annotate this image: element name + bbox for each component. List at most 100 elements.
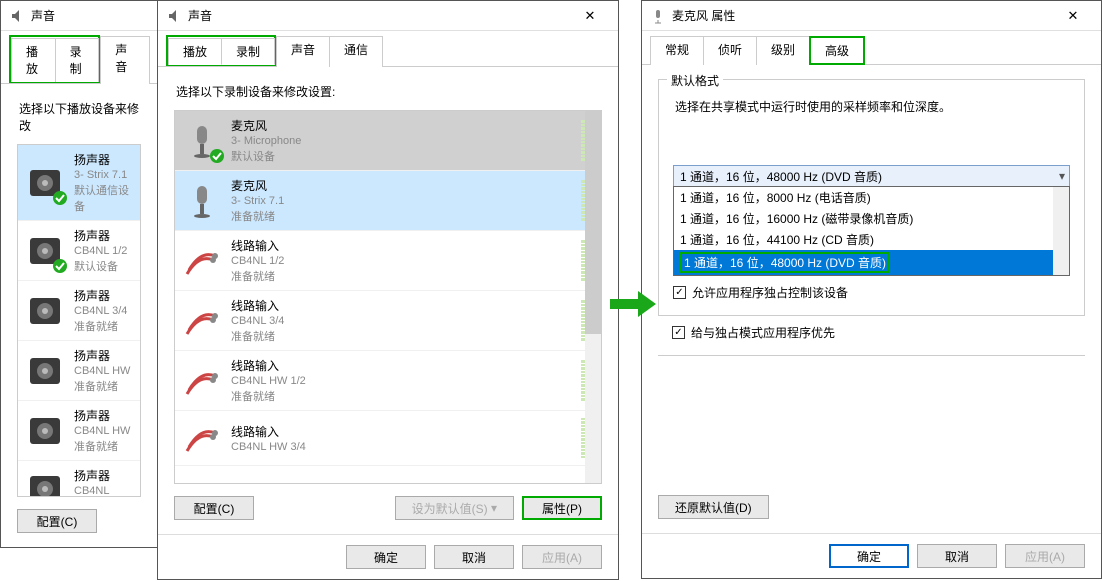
device-status: 默认通信设备 [74,182,134,214]
device-scroll: 扬声器 3- Strix 7.1 默认通信设备 扬声器 CB4NL 1/2 默认… [18,145,140,496]
sound-window-playback: 声音 播放 录制 声音 选择以下播放设备来修改 扬声器 3- Strix 7.1… [0,0,158,548]
ok-button[interactable]: 确定 [829,544,909,568]
tab-sound[interactable]: 声音 [276,36,330,67]
tab-highlight: 播放 录制 [9,35,100,83]
cancel-button[interactable]: 取消 [917,544,997,568]
device-name: 扬声器 [74,227,134,244]
apply-button[interactable]: 应用(A) [522,545,602,569]
device-sub: CB4NL VSC [74,485,134,496]
group-legend: 默认格式 [667,72,723,89]
device-status: 准备就绪 [231,208,573,224]
titlebar: 声音 [1,1,157,31]
device-sub: CB4NL 3/4 [74,305,134,317]
device-row[interactable]: 线路输入 CB4NL 1/2 准备就绪 [175,231,601,291]
tabs: 播放 录制 声音 [1,33,157,84]
speaker-device-icon [24,350,66,392]
device-status: 准备就绪 [74,438,134,454]
format-desc: 选择在共享模式中运行时使用的采样频率和位深度。 [675,98,1070,115]
tab-general[interactable]: 常规 [650,36,704,65]
device-name: 线路输入 [231,237,573,254]
linein-device-icon [181,360,223,402]
exclusive-priority-row[interactable]: ✓ 给与独占模式应用程序优先 [672,324,1085,341]
tab-comm[interactable]: 通信 [329,36,383,67]
cancel-button[interactable]: 取消 [434,545,514,569]
device-status: 默认设备 [231,148,573,164]
divider [658,355,1085,356]
check-label: 给与独占模式应用程序优先 [691,324,835,341]
device-name: 线路输入 [231,423,573,440]
speaker-device-icon [24,410,66,452]
checkbox-icon[interactable]: ✓ [672,326,685,339]
device-row[interactable]: 麦克风 3- Strix 7.1 准备就绪 [175,171,601,231]
device-row[interactable]: 扬声器 CB4NL 1/2 默认设备 [18,221,140,281]
device-name: 扬声器 [74,347,134,364]
default-format-group: 默认格式 选择在共享模式中运行时使用的采样频率和位深度。 1 通道，16 位，4… [658,79,1085,316]
titlebar: 声音 ✕ [158,1,618,31]
device-row[interactable]: 扬声器 CB4NL VSC [18,461,140,496]
device-row[interactable]: 扬声器 CB4NL HW 准备就绪 [18,401,140,461]
mic-icon [650,8,666,24]
dropdown-option[interactable]: 1 通道，16 位，8000 Hz (电话音质) [674,187,1069,208]
speaker-icon [9,8,25,24]
device-status: 准备就绪 [231,328,573,344]
check-label: 允许应用程序独占控制该设备 [692,284,848,301]
device-sub: CB4NL 1/2 [231,255,573,267]
format-select[interactable]: 1 通道，16 位，48000 Hz (DVD 音质) ▾ [673,165,1070,187]
dropdown-option[interactable]: 1 通道，16 位，44100 Hz (CD 音质) [674,229,1069,250]
dialog-footer: 确定 取消 应用(A) [642,533,1101,578]
tab-level[interactable]: 级别 [756,36,810,65]
device-sub: CB4NL HW [74,365,134,377]
dropdown-option[interactable]: 1 通道，16 位，16000 Hz (磁带录像机音质) [674,208,1069,229]
tab-listen[interactable]: 侦听 [703,36,757,65]
device-row[interactable]: 扬声器 3- Strix 7.1 默认通信设备 [18,145,140,221]
device-row[interactable]: 扬声器 CB4NL 3/4 准备就绪 [18,281,140,341]
close-button[interactable]: ✕ [570,2,610,30]
device-status: 准备就绪 [231,268,573,284]
exclusive-control-row[interactable]: ✓ 允许应用程序独占控制该设备 [673,284,1070,301]
device-row[interactable]: 麦克风 3- Microphone 默认设备 [175,111,601,171]
tab-recording[interactable]: 录制 [221,38,275,65]
device-sub: CB4NL HW [74,425,134,437]
dialog-footer: 确定 取消 应用(A) [158,534,618,579]
speaker-device-icon [24,290,66,332]
dropdown-scrollbar[interactable] [1053,187,1069,275]
instruction-text: 选择以下播放设备来修改 [19,100,141,134]
tab-advanced[interactable]: 高级 [809,36,865,65]
ok-button[interactable]: 确定 [346,545,426,569]
device-sub: 3- Strix 7.1 [74,169,134,181]
device-row[interactable]: 线路输入 CB4NL 3/4 准备就绪 [175,291,601,351]
device-name: 扬声器 [74,287,134,304]
window-title: 声音 [188,7,570,24]
linein-device-icon [181,417,223,459]
close-button[interactable]: ✕ [1053,2,1093,30]
apply-button[interactable]: 应用(A) [1005,544,1085,568]
scrollbar[interactable] [585,111,601,483]
arrow-icon [610,286,656,328]
sound-window-recording: 声音 ✕ 播放 录制 声音 通信 选择以下录制设备来修改设置: 麦克风 3- M… [157,0,619,580]
device-status: 默认设备 [74,258,134,274]
format-dropdown[interactable]: 1 通道，16 位，8000 Hz (电话音质)1 通道，16 位，16000 … [673,186,1070,276]
tab-recording[interactable]: 录制 [55,38,100,82]
tab-sound[interactable]: 声音 [100,36,150,84]
device-row[interactable]: 线路输入 CB4NL HW 1/2 准备就绪 [175,351,601,411]
set-default-button[interactable]: 设为默认值(S) ▾ [395,496,514,520]
device-status: 准备就绪 [74,318,134,334]
tabs: 常规 侦听 级别 高级 [642,33,1101,65]
properties-button[interactable]: 属性(P) [522,496,602,520]
tab-highlight: 播放 录制 [166,35,276,66]
tab-playback[interactable]: 播放 [11,38,56,82]
device-row[interactable]: 线路输入 CB4NL HW 3/4 [175,411,601,466]
mic-device-icon [181,180,223,222]
configure-button[interactable]: 配置(C) [174,496,254,520]
speaker-icon [166,8,182,24]
device-sub: CB4NL 3/4 [231,315,573,327]
dropdown-option[interactable]: 1 通道，16 位，48000 Hz (DVD 音质) [674,250,1069,275]
restore-defaults-button[interactable]: 还原默认值(D) [658,495,769,519]
checkbox-icon[interactable]: ✓ [673,286,686,299]
configure-button[interactable]: 配置(C) [17,509,97,533]
device-name: 线路输入 [231,297,573,314]
device-sub: CB4NL 1/2 [74,245,134,257]
device-row[interactable]: 扬声器 CB4NL HW 准备就绪 [18,341,140,401]
tab-playback[interactable]: 播放 [168,38,222,65]
instruction-text: 选择以下录制设备来修改设置: [176,83,602,100]
